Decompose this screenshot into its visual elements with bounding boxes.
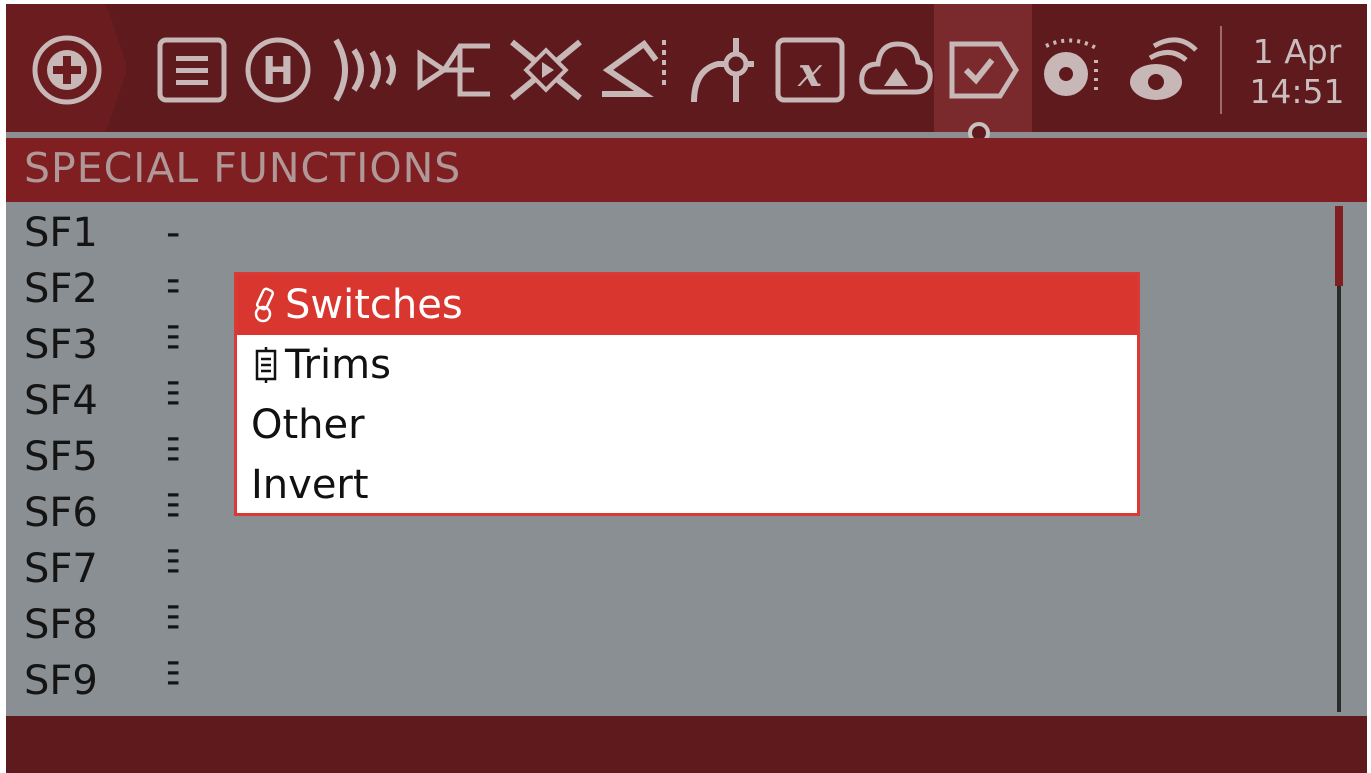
- date-label: 1 Apr: [1252, 32, 1342, 71]
- popup-item-label: Switches: [285, 282, 463, 328]
- toolbar-separator: [1220, 26, 1222, 114]
- date-time-display: 1 Apr 14:51: [1232, 32, 1362, 112]
- source-category-popup: Switches Trims Other Invert: [234, 272, 1140, 516]
- popup-item-label: Other: [251, 402, 365, 448]
- popup-item-label: Invert: [251, 462, 369, 508]
- function-id: SF8: [24, 602, 98, 648]
- telemetry-icon[interactable]: [1032, 30, 1116, 110]
- popup-item-invert[interactable]: Invert: [237, 455, 1137, 515]
- cross-icon[interactable]: [504, 30, 588, 110]
- cloud-icon[interactable]: [856, 30, 936, 110]
- plus-icon[interactable]: [22, 30, 112, 110]
- check-icon[interactable]: [942, 30, 1026, 110]
- radio-screen: H x 1 Apr 14:51 SPECIAL FUNCTIONS SF1 --…: [6, 4, 1367, 773]
- function-id: SF5: [24, 434, 98, 480]
- page-title: SPECIAL FUNCTIONS: [24, 144, 462, 192]
- menu-icon[interactable]: [152, 30, 232, 110]
- switch-icon: [251, 285, 281, 325]
- function-id: SF6: [24, 490, 98, 536]
- function-id: SF1: [24, 210, 98, 256]
- svg-text:x: x: [797, 49, 823, 96]
- popup-item-label: Trims: [285, 342, 391, 388]
- popup-item-other[interactable]: Other: [237, 395, 1137, 455]
- sound-waves-icon[interactable]: [324, 30, 412, 110]
- time-label: 14:51: [1249, 72, 1345, 111]
- function-id: SF2: [24, 266, 98, 312]
- popup-item-trims[interactable]: Trims: [237, 335, 1137, 395]
- x-function-icon[interactable]: x: [770, 30, 850, 110]
- function-id: SF9: [24, 658, 98, 704]
- popup-item-switches[interactable]: Switches: [237, 275, 1137, 335]
- mixer-icon[interactable]: [414, 30, 498, 110]
- radar-icon[interactable]: [1120, 30, 1204, 110]
- trim-icon: [251, 345, 281, 385]
- function-id: SF7: [24, 546, 98, 592]
- function-id: SF4: [24, 378, 98, 424]
- scrollbar-thumb[interactable]: [1335, 206, 1343, 286]
- bottom-bar: [6, 716, 1367, 773]
- curve-icon[interactable]: [594, 30, 678, 110]
- heli-icon[interactable]: H: [238, 30, 318, 110]
- top-toolbar: H x 1 Apr 14:51: [6, 4, 1367, 144]
- logic-icon[interactable]: [684, 30, 764, 110]
- function-id: SF3: [24, 322, 98, 368]
- svg-text:H: H: [262, 49, 294, 93]
